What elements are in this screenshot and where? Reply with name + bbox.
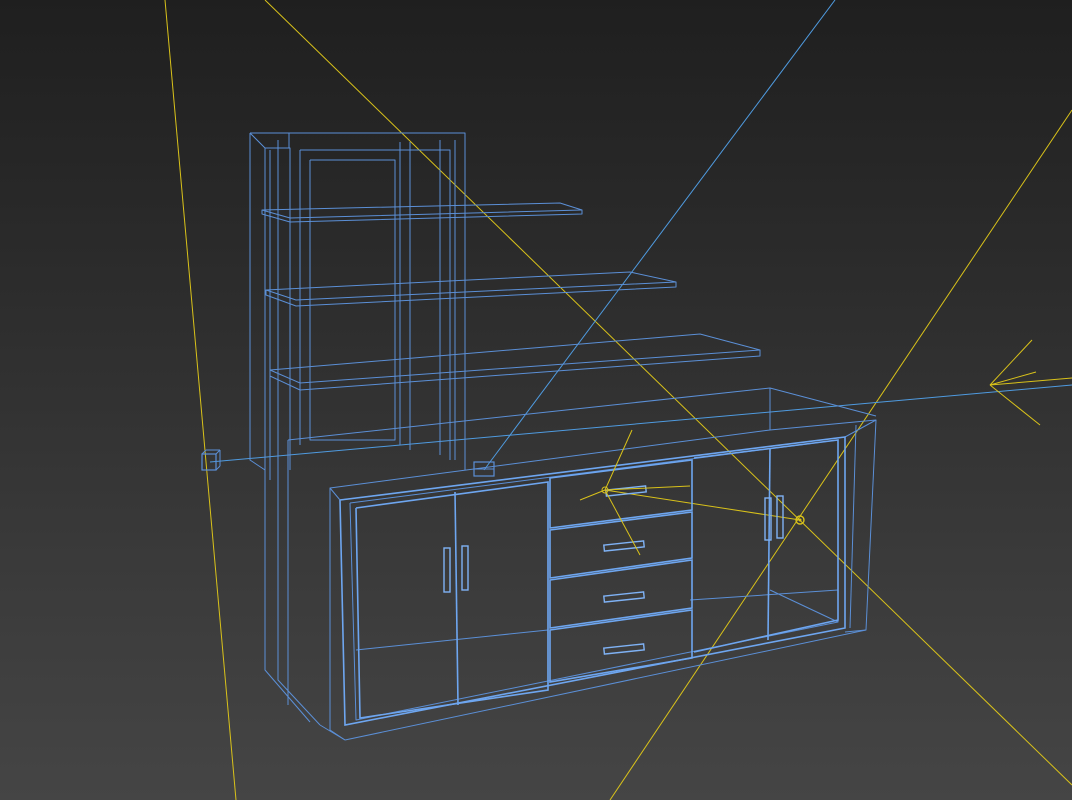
drawer-handle-3 (603, 591, 645, 603)
left-door-handle-1 (443, 547, 451, 593)
bookcase-frame[interactable] (249, 132, 466, 726)
light-guide-left-vertical (164, 0, 237, 800)
left-cabinet-doors[interactable] (355, 481, 549, 719)
directional-light-icon[interactable] (989, 339, 1072, 426)
right-door-handles (764, 495, 784, 541)
wireframe-scene[interactable] (0, 0, 1072, 800)
light-guides (164, 0, 1072, 800)
drawer-handle-2 (603, 540, 645, 552)
camera-target-cube-icon[interactable] (201, 449, 221, 471)
shelf-bottom[interactable] (269, 333, 761, 391)
light-guide-diagonal-right (609, 109, 1072, 800)
light-guide-diagonal-main (264, 0, 1072, 786)
viewport-3d[interactable] (0, 0, 1072, 800)
base-cabinet[interactable] (287, 387, 877, 741)
shelf-middle[interactable] (265, 271, 677, 307)
drawer-stack[interactable] (549, 459, 693, 683)
right-cabinet-doors[interactable] (693, 439, 839, 653)
camera-guide-horizontal (209, 384, 1072, 463)
drawer-handle-4 (603, 643, 645, 655)
left-door-handle-2 (461, 545, 469, 591)
camera-target-marker-icon[interactable] (473, 461, 495, 477)
camera-guides (209, 0, 1072, 471)
drawer-2[interactable] (549, 511, 693, 579)
